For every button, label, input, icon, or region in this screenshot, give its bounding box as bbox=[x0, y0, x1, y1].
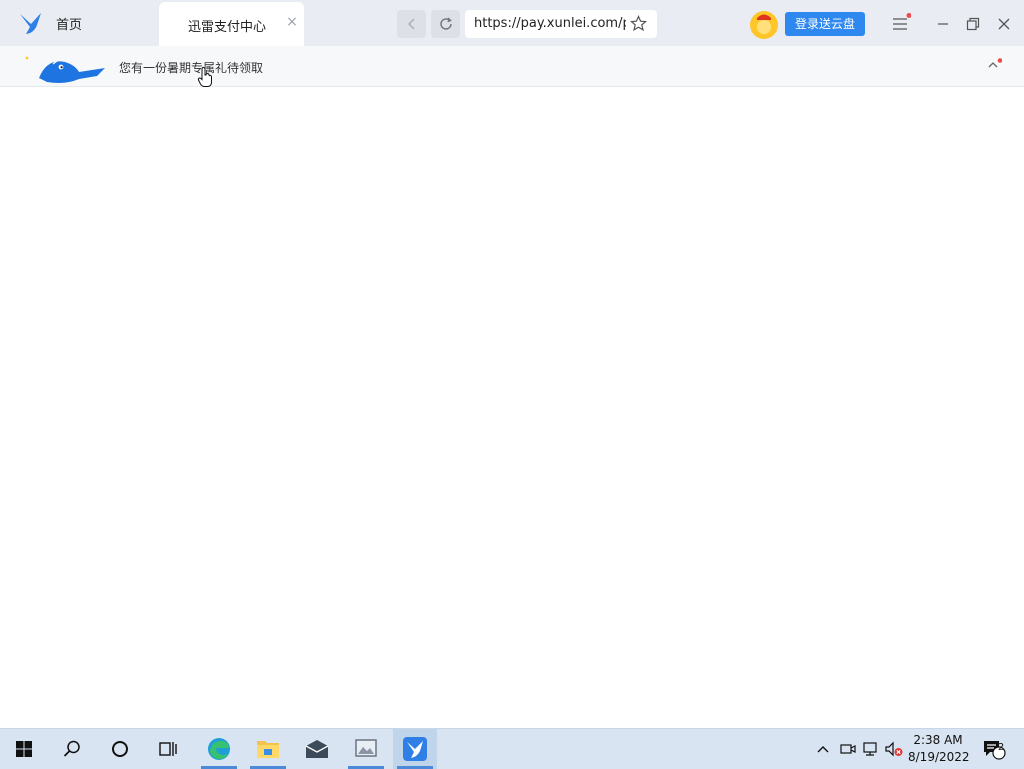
main-menu-button[interactable] bbox=[888, 12, 912, 36]
taskbar-xunlei[interactable] bbox=[393, 729, 437, 769]
volume-muted-icon bbox=[885, 741, 903, 757]
image-viewer-icon bbox=[355, 739, 377, 757]
browser-titlebar: 首页 迅雷支付中心 × https://pay.xunlei.com/pa 登录… bbox=[0, 0, 1024, 46]
url-text[interactable]: https://pay.xunlei.com/pa bbox=[474, 16, 626, 31]
page-content bbox=[0, 87, 1024, 728]
back-button[interactable] bbox=[397, 10, 426, 38]
cortana-button[interactable] bbox=[98, 729, 142, 769]
start-button[interactable] bbox=[2, 729, 46, 769]
chevron-left-icon bbox=[407, 18, 414, 30]
clock-date: 8/19/2022 bbox=[908, 750, 970, 764]
xunlei-app-icon bbox=[403, 737, 427, 761]
xunlei-bird-icon bbox=[20, 13, 41, 34]
collapse-banner-icon[interactable] bbox=[986, 58, 1002, 72]
leiniao-recommend-logo bbox=[25, 56, 105, 83]
tab-close-icon[interactable]: × bbox=[284, 14, 300, 30]
restore-button[interactable] bbox=[961, 12, 985, 36]
notification-count-badge: 2 bbox=[997, 742, 1005, 753]
taskbar-image-app[interactable] bbox=[344, 729, 388, 769]
folder-icon bbox=[257, 741, 279, 758]
windows-taskbar: 2:38 AM 8/19/2022 2 bbox=[0, 728, 1024, 769]
menu-icon bbox=[893, 13, 911, 30]
home-tab[interactable]: 首页 bbox=[18, 10, 82, 36]
taskbar-edge[interactable] bbox=[197, 729, 241, 769]
taskbar-file-explorer[interactable] bbox=[246, 729, 290, 769]
network-icon bbox=[863, 742, 877, 756]
star-bookmark-icon[interactable] bbox=[630, 15, 647, 32]
refresh-icon bbox=[439, 17, 452, 30]
minimize-icon bbox=[938, 23, 948, 25]
task-view-button[interactable] bbox=[146, 729, 190, 769]
tab-pay-center[interactable]: 迅雷支付中心 × bbox=[159, 2, 304, 46]
hand-cursor-icon bbox=[197, 66, 212, 87]
show-hidden-icons-button[interactable] bbox=[814, 729, 832, 769]
close-window-button[interactable] bbox=[992, 12, 1016, 36]
taskbar-mail[interactable] bbox=[295, 729, 339, 769]
system-clock[interactable]: 2:38 AM 8/19/2022 bbox=[908, 732, 970, 766]
chevron-up-icon bbox=[817, 746, 829, 753]
address-bar[interactable]: https://pay.xunlei.com/pa bbox=[465, 10, 657, 38]
cortana-circle-icon bbox=[112, 741, 128, 757]
search-icon bbox=[63, 740, 80, 757]
mail-icon bbox=[305, 740, 329, 758]
refresh-button[interactable] bbox=[431, 10, 460, 38]
tab-title: 迅雷支付中心 bbox=[188, 20, 267, 35]
tray-meet-now[interactable] bbox=[838, 729, 858, 769]
tray-volume[interactable] bbox=[884, 729, 904, 769]
minimize-button[interactable] bbox=[931, 12, 955, 36]
user-avatar-icon[interactable] bbox=[749, 9, 779, 39]
video-camera-icon bbox=[840, 744, 856, 754]
search-button[interactable] bbox=[50, 729, 94, 769]
close-icon bbox=[998, 18, 1010, 30]
task-view-icon bbox=[159, 742, 177, 756]
edge-browser-icon bbox=[208, 738, 230, 760]
clock-time: 2:38 AM bbox=[913, 733, 963, 747]
promo-banner[interactable]: 您有一份暑期专属礼待领取 bbox=[0, 46, 1024, 87]
promo-message[interactable]: 您有一份暑期专属礼待领取 bbox=[119, 59, 263, 76]
tray-network[interactable] bbox=[861, 729, 881, 769]
restore-icon bbox=[966, 17, 980, 31]
home-tab-label: 首页 bbox=[56, 17, 83, 33]
login-get-cloud-button[interactable]: 登录送云盘 bbox=[785, 12, 865, 36]
action-center-button[interactable]: 2 bbox=[980, 729, 1008, 769]
windows-logo-icon bbox=[16, 741, 32, 757]
